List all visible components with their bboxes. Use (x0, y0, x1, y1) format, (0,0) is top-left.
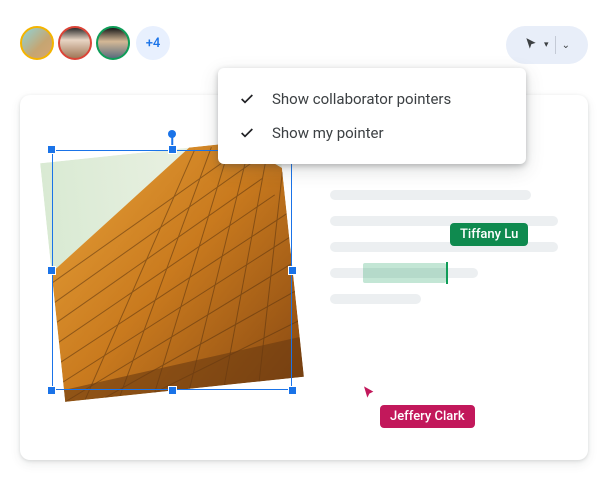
collaborator-tag-jeffery: Jeffery Clark (380, 405, 475, 428)
resize-handle-bm[interactable] (168, 386, 177, 395)
selection-border (52, 150, 292, 390)
resize-handle-bl[interactable] (47, 386, 56, 395)
menu-item-label: Show collaborator pointers (272, 90, 451, 108)
more-collaborators-badge[interactable]: +4 (136, 26, 170, 60)
text-line (330, 268, 478, 278)
resize-handle-ml[interactable] (47, 266, 56, 275)
text-selection-highlight (363, 263, 446, 283)
text-content-area[interactable] (330, 190, 558, 320)
cursor-icon (524, 36, 538, 55)
resize-handle-mr[interactable] (288, 266, 297, 275)
menu-item-label: Show my pointer (272, 124, 384, 142)
text-line (330, 190, 531, 200)
rotation-handle[interactable] (168, 130, 176, 138)
collaborator-avatars: +4 (20, 26, 170, 60)
pointer-tool-button[interactable]: ▾ ⌄ (506, 26, 588, 64)
menu-item-show-collaborator-pointers[interactable]: Show collaborator pointers (218, 82, 526, 116)
selected-image-frame[interactable] (52, 150, 292, 390)
collaborator-caret (446, 262, 448, 284)
dropdown-caret-icon: ▾ (544, 40, 549, 50)
check-icon (238, 91, 256, 107)
resize-handle-tm[interactable] (168, 145, 177, 154)
resize-handle-tl[interactable] (47, 145, 56, 154)
avatar-user-3[interactable] (96, 26, 130, 60)
check-icon (238, 125, 256, 141)
collaborator-tag-tiffany: Tiffany Lu (450, 223, 528, 246)
avatar-user-2[interactable] (58, 26, 92, 60)
menu-item-show-my-pointer[interactable]: Show my pointer (218, 116, 526, 150)
separator (555, 36, 556, 54)
text-line (330, 294, 421, 304)
resize-handle-br[interactable] (288, 386, 297, 395)
pointer-menu-popup: Show collaborator pointers Show my point… (218, 68, 526, 164)
chevron-down-icon[interactable]: ⌄ (562, 40, 570, 51)
remote-pointer-jeffery (362, 383, 378, 407)
avatar-user-1[interactable] (20, 26, 54, 60)
